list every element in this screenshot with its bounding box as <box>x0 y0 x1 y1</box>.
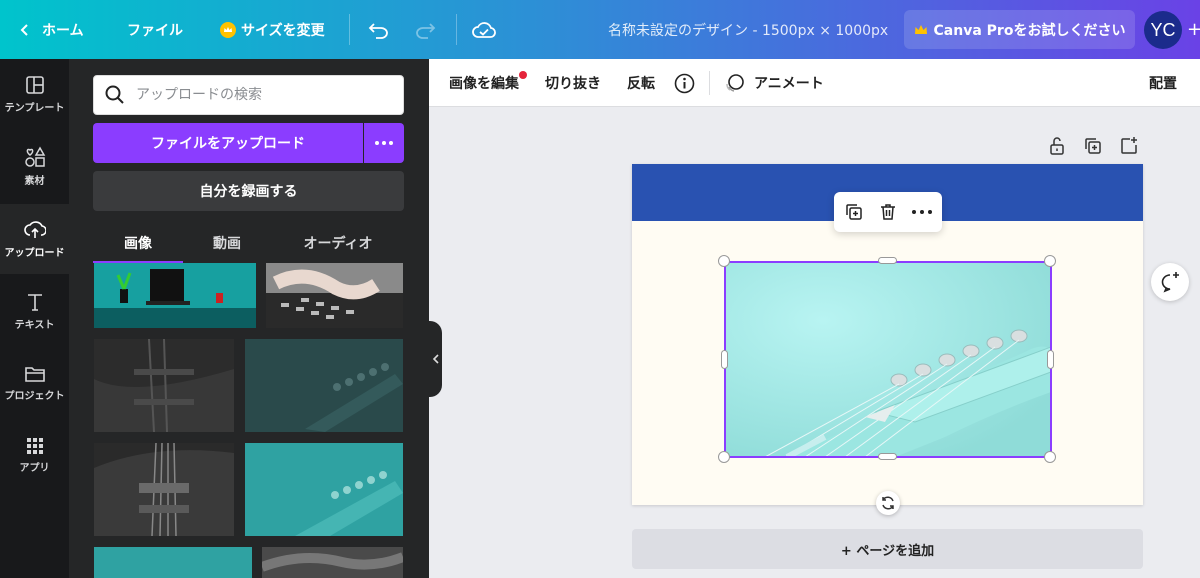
rail-label: アプリ <box>19 462 50 474</box>
animate-label: アニメート <box>754 76 824 92</box>
record-yourself-button[interactable]: 自分を録画する <box>93 171 404 211</box>
rotate-icon <box>882 496 894 510</box>
info-icon <box>674 73 695 93</box>
flip-button[interactable]: 反転 <box>627 59 655 107</box>
cloud-check-icon <box>472 21 496 38</box>
try-pro-button[interactable]: Canva Proをお試しください <box>904 10 1135 49</box>
search-box <box>93 75 404 115</box>
rail-item-text[interactable]: テキスト <box>0 276 69 346</box>
folder-icon <box>24 366 45 382</box>
collapse-panel-button[interactable] <box>429 321 442 397</box>
file-menu[interactable]: ファイル <box>127 0 183 59</box>
crop-button[interactable]: 切り抜き <box>545 59 601 107</box>
duplicate-icon <box>1085 138 1101 154</box>
resize-handle-bottom-right[interactable] <box>1044 451 1056 463</box>
upload-thumbnail[interactable] <box>94 339 234 432</box>
more-icon <box>375 141 393 145</box>
cloud-upload-icon <box>23 220 46 238</box>
upload-thumbnail[interactable] <box>245 443 403 536</box>
rail-item-uploads[interactable]: アップロード <box>0 204 69 274</box>
rail-label: テキスト <box>14 319 55 331</box>
resize-handle-top-right[interactable] <box>1044 255 1056 267</box>
divider <box>709 71 710 95</box>
add-comment-button[interactable] <box>1151 263 1189 301</box>
home-label: ホーム <box>42 22 84 39</box>
upload-thumbnail[interactable] <box>94 443 234 536</box>
context-toolbar: 画像を編集 切り抜き 反転 アニメート 配置 <box>429 59 1200 107</box>
file-label: ファイル <box>127 22 183 39</box>
rail-label: プロジェクト <box>4 390 65 402</box>
add-page-icon-button[interactable] <box>1119 136 1139 156</box>
add-page-button[interactable]: + ページを追加 <box>632 529 1143 569</box>
search-icon <box>105 85 124 104</box>
resize-handle-right[interactable] <box>1047 350 1054 369</box>
unlock-icon <box>1050 137 1064 155</box>
resize-label: サイズを変更 <box>241 22 325 39</box>
side-rail: テンプレート 素材 アップロード テキスト プロジェクト アプリ <box>0 59 69 578</box>
template-icon <box>25 75 44 94</box>
tab-videos[interactable]: 動画 <box>193 225 261 261</box>
crown-icon <box>220 21 236 38</box>
rail-label: テンプレート <box>4 102 65 114</box>
selection-frame <box>724 261 1052 458</box>
try-pro-label: Canva Proをお試しください <box>933 22 1126 39</box>
rail-item-elements[interactable]: 素材 <box>0 131 69 201</box>
undo-icon <box>368 22 388 39</box>
upload-thumbnail[interactable] <box>266 263 403 328</box>
cloud-save-button[interactable] <box>472 0 496 59</box>
undo-button[interactable] <box>368 0 390 59</box>
share-plus-button[interactable]: + <box>1187 0 1200 59</box>
home-button[interactable]: ホーム <box>18 0 84 59</box>
add-page-icon <box>1121 137 1137 154</box>
avatar[interactable]: YC <box>1144 11 1182 49</box>
rail-item-templates[interactable]: テンプレート <box>0 59 69 129</box>
top-bar: ホーム ファイル サイズを変更 名称未設定のデザイン - 1500px × 10… <box>0 0 1200 59</box>
resize-handle-bottom[interactable] <box>878 453 897 460</box>
tab-images[interactable]: 画像 <box>93 225 183 261</box>
upload-thumbnail[interactable] <box>94 547 252 578</box>
more-icon[interactable] <box>912 210 932 214</box>
rotate-handle[interactable] <box>876 491 900 515</box>
rail-label: 素材 <box>24 175 45 187</box>
tab-audio[interactable]: オーディオ <box>289 225 387 261</box>
comment-plus-icon <box>1161 272 1179 293</box>
upload-thumbnail[interactable] <box>245 339 403 432</box>
uploads-panel: ファイルをアップロード 自分を録画する 画像 動画 オーディオ <box>69 59 429 578</box>
upload-thumbnail[interactable] <box>94 263 256 328</box>
copy-icon[interactable] <box>844 202 864 222</box>
rail-label: アップロード <box>4 247 65 259</box>
rail-item-projects[interactable]: プロジェクト <box>0 348 69 418</box>
search-input[interactable] <box>134 86 394 104</box>
info-button[interactable] <box>674 59 695 107</box>
upload-thumbnail[interactable] <box>262 547 403 578</box>
chevron-left-icon <box>432 354 439 364</box>
resize-handle-bottom-left[interactable] <box>718 451 730 463</box>
text-icon <box>27 293 42 311</box>
divider <box>456 14 457 45</box>
apps-grid-icon <box>26 437 43 454</box>
chevron-left-icon <box>20 23 28 36</box>
redo-icon <box>416 22 436 39</box>
edit-image-button[interactable]: 画像を編集 <box>449 59 519 107</box>
resize-handle-left[interactable] <box>721 350 728 369</box>
duplicate-page-button[interactable] <box>1083 136 1103 156</box>
trash-icon[interactable] <box>878 202 898 222</box>
lock-page-button[interactable] <box>1047 136 1067 156</box>
resize-button[interactable]: サイズを変更 <box>220 0 325 59</box>
rail-item-apps[interactable]: アプリ <box>0 420 69 490</box>
redo-button[interactable] <box>414 0 436 59</box>
divider <box>349 14 350 45</box>
resize-handle-top-left[interactable] <box>718 255 730 267</box>
element-floating-toolbar <box>834 192 942 232</box>
upload-files-button[interactable]: ファイルをアップロード <box>93 123 363 163</box>
design-title[interactable]: 名称未設定のデザイン - 1500px × 1000px <box>608 0 888 59</box>
notification-dot <box>519 71 527 79</box>
shapes-icon <box>24 145 45 167</box>
resize-handle-top[interactable] <box>878 257 897 264</box>
arrange-button[interactable]: 配置 <box>1149 59 1177 107</box>
animate-icon <box>726 74 744 92</box>
upload-more-button[interactable] <box>364 123 404 163</box>
crown-icon <box>914 24 927 34</box>
animate-button[interactable]: アニメート <box>724 59 824 107</box>
